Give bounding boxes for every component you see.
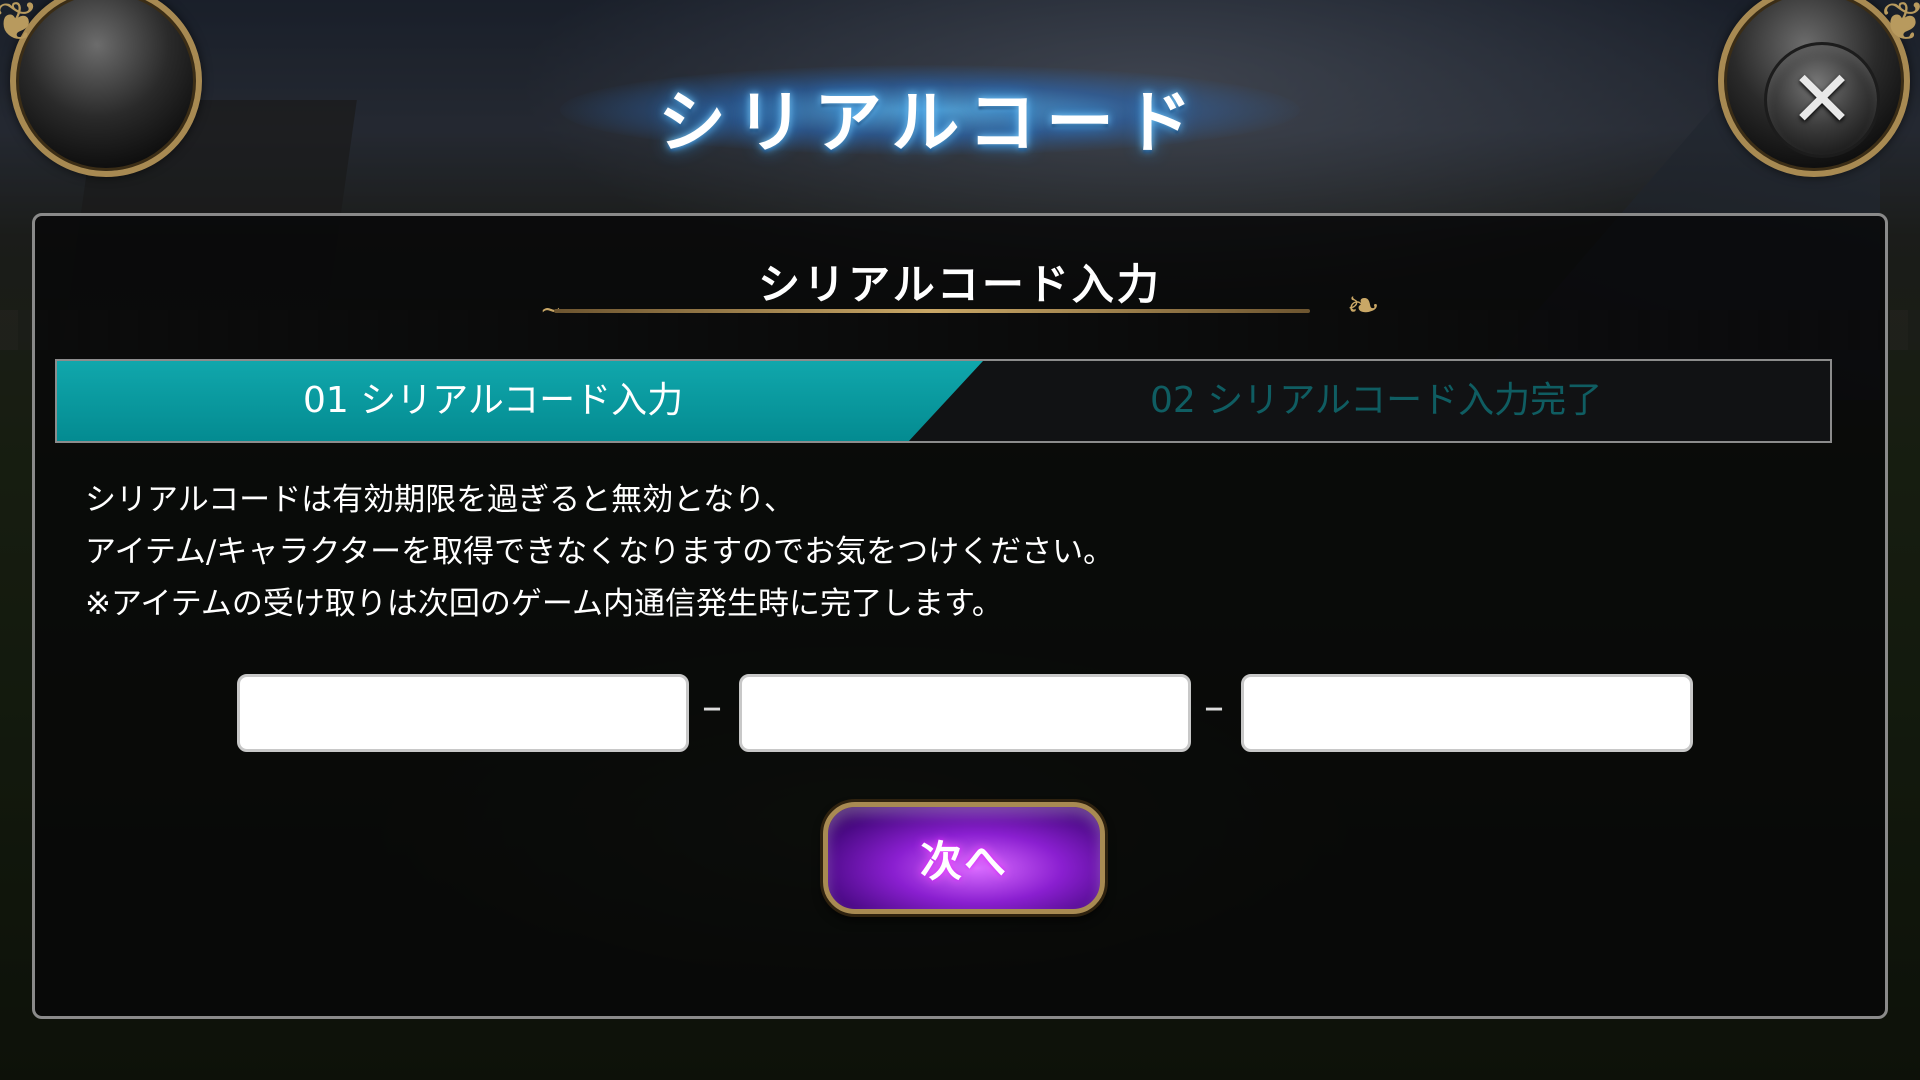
- divider-line: [554, 309, 1310, 313]
- serial-code-field-2[interactable]: [739, 674, 1191, 752]
- code-separator: –: [702, 684, 722, 730]
- description-line: アイテム/キャラクターを取得できなくなりますのでお気をつけください。: [85, 534, 1115, 570]
- step-indicator: 01 シリアルコード入力 02 シリアルコード入力完了: [55, 359, 1832, 443]
- serial-code-field-1[interactable]: [237, 674, 689, 752]
- step-1-label: 01 シリアルコード入力: [303, 380, 684, 421]
- serial-code-inputs: – –: [237, 674, 1697, 754]
- divider-right-curl-icon: ❧: [1346, 283, 1380, 329]
- code-separator: –: [1204, 684, 1224, 730]
- description-line: ※アイテムの受け取りは次回のゲーム内通信発生時に完了します。: [85, 586, 1003, 622]
- step-2-label: 02 シリアルコード入力完了: [1150, 380, 1603, 421]
- heading-divider: ~ ❧: [540, 283, 1380, 329]
- page-title: シリアルコード: [658, 84, 1202, 163]
- right-scroll-ornament-icon: ❦: [1880, 0, 1920, 53]
- description-line: シリアルコードは有効期限を過ぎると無効となり、: [85, 482, 795, 518]
- next-button[interactable]: 次へ: [823, 802, 1105, 914]
- next-button-label: 次へ: [919, 836, 1008, 886]
- close-icon: ✕: [1789, 55, 1855, 145]
- title-banner: シリアルコード: [540, 55, 1320, 165]
- left-scroll-ornament-icon: ❦: [0, 0, 40, 53]
- serial-code-panel: シリアルコード入力 ~ ❧ 01 シリアルコード入力 02 シリアルコード入力完…: [32, 213, 1888, 1019]
- left-ornament: ❦: [0, 0, 202, 180]
- close-button[interactable]: ✕: [1764, 42, 1880, 158]
- description: シリアルコードは有効期限を過ぎると無効となり、 アイテム/キャラクターを取得でき…: [85, 474, 1114, 630]
- serial-code-field-3[interactable]: [1241, 674, 1693, 752]
